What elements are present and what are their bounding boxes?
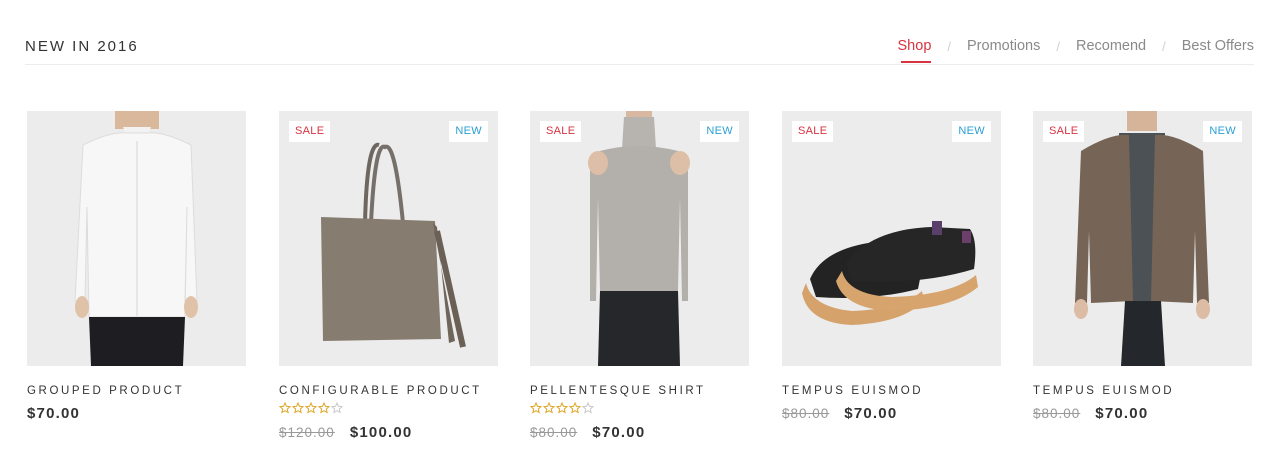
sale-badge: SALE <box>1043 121 1085 142</box>
product-image-link[interactable]: SALE NEW <box>1033 111 1252 366</box>
section-header: NEW IN 2016 Shop / Promotions / Recomend… <box>25 0 1254 65</box>
product-image <box>1074 111 1210 366</box>
product-name[interactable]: PELLENTESQUE SHIRT <box>530 385 749 397</box>
new-badge: NEW <box>1203 121 1242 142</box>
product-card: SALE NEW TEMPUS EUISMOD $80.00 $70.00 <box>782 111 1001 422</box>
product-price: $100.00 <box>349 424 413 441</box>
price-row: $120.00 $100.00 <box>279 424 498 441</box>
sale-badge: SALE <box>792 121 834 142</box>
star-filled-icon <box>543 402 555 414</box>
rating-stars <box>530 402 749 416</box>
product-price: $70.00 <box>844 405 898 422</box>
product-card: GROUPED PRODUCT $70.00 <box>27 111 246 422</box>
product-image <box>588 111 690 366</box>
product-name[interactable]: CONFIGURABLE PRODUCT <box>279 385 498 397</box>
price-row: $80.00 $70.00 <box>782 405 1001 422</box>
tab-best-offers[interactable]: Best Offers <box>1182 38 1254 54</box>
tab-separator: / <box>1056 38 1060 54</box>
tab-recomend[interactable]: Recomend <box>1076 38 1146 54</box>
product-name[interactable]: TEMPUS EUISMOD <box>1033 385 1252 397</box>
star-filled-icon <box>556 402 568 414</box>
product-image-link[interactable]: SALE NEW <box>530 111 749 366</box>
price-row: $70.00 <box>27 405 246 422</box>
filter-tabs: Shop / Promotions / Recomend / Best Offe… <box>898 38 1254 63</box>
star-filled-icon <box>318 402 330 414</box>
price-row: $80.00 $70.00 <box>1033 405 1252 422</box>
rating-stars <box>279 402 498 416</box>
star-filled-icon <box>569 402 581 414</box>
product-card: SALE NEW CONFIGURABLE PRODUCT $120.00 $1… <box>279 111 498 441</box>
tab-separator: / <box>947 38 952 54</box>
product-image-link[interactable]: SALE NEW <box>279 111 498 366</box>
tab-promotions[interactable]: Promotions <box>967 38 1040 54</box>
new-badge: NEW <box>700 121 739 142</box>
tab-separator: / <box>1162 38 1166 54</box>
product-card: SALE NEW TEMPUS EUISMOD $80.00 $70.00 <box>1033 111 1252 422</box>
product-image-link[interactable]: SALE NEW <box>782 111 1001 366</box>
sale-badge: SALE <box>289 121 331 142</box>
star-filled-icon <box>279 402 291 414</box>
product-card: SALE NEW PELLENTESQUE SHIRT $80.00 $70.0… <box>530 111 749 441</box>
product-image <box>321 142 466 348</box>
star-filled-icon <box>292 402 304 414</box>
section-title: NEW IN 2016 <box>25 38 139 55</box>
star-empty-icon <box>331 402 343 414</box>
product-old-price: $80.00 <box>530 425 578 440</box>
new-badge: NEW <box>952 121 991 142</box>
star-filled-icon <box>305 402 317 414</box>
product-name[interactable]: TEMPUS EUISMOD <box>782 385 1001 397</box>
product-name[interactable]: GROUPED PRODUCT <box>27 385 246 397</box>
new-badge: NEW <box>449 121 488 142</box>
product-image-link[interactable] <box>27 111 246 366</box>
tab-shop[interactable]: Shop <box>898 38 931 63</box>
product-price: $70.00 <box>1095 405 1149 422</box>
product-old-price: $120.00 <box>279 425 335 440</box>
product-old-price: $80.00 <box>782 406 830 421</box>
sale-badge: SALE <box>540 121 582 142</box>
product-price: $70.00 <box>27 405 81 422</box>
price-row: $80.00 $70.00 <box>530 424 749 441</box>
product-old-price: $80.00 <box>1033 406 1081 421</box>
product-price: $70.00 <box>592 424 646 441</box>
star-empty-icon <box>582 402 594 414</box>
product-image <box>802 221 978 325</box>
star-filled-icon <box>530 402 542 414</box>
product-image <box>74 111 198 366</box>
